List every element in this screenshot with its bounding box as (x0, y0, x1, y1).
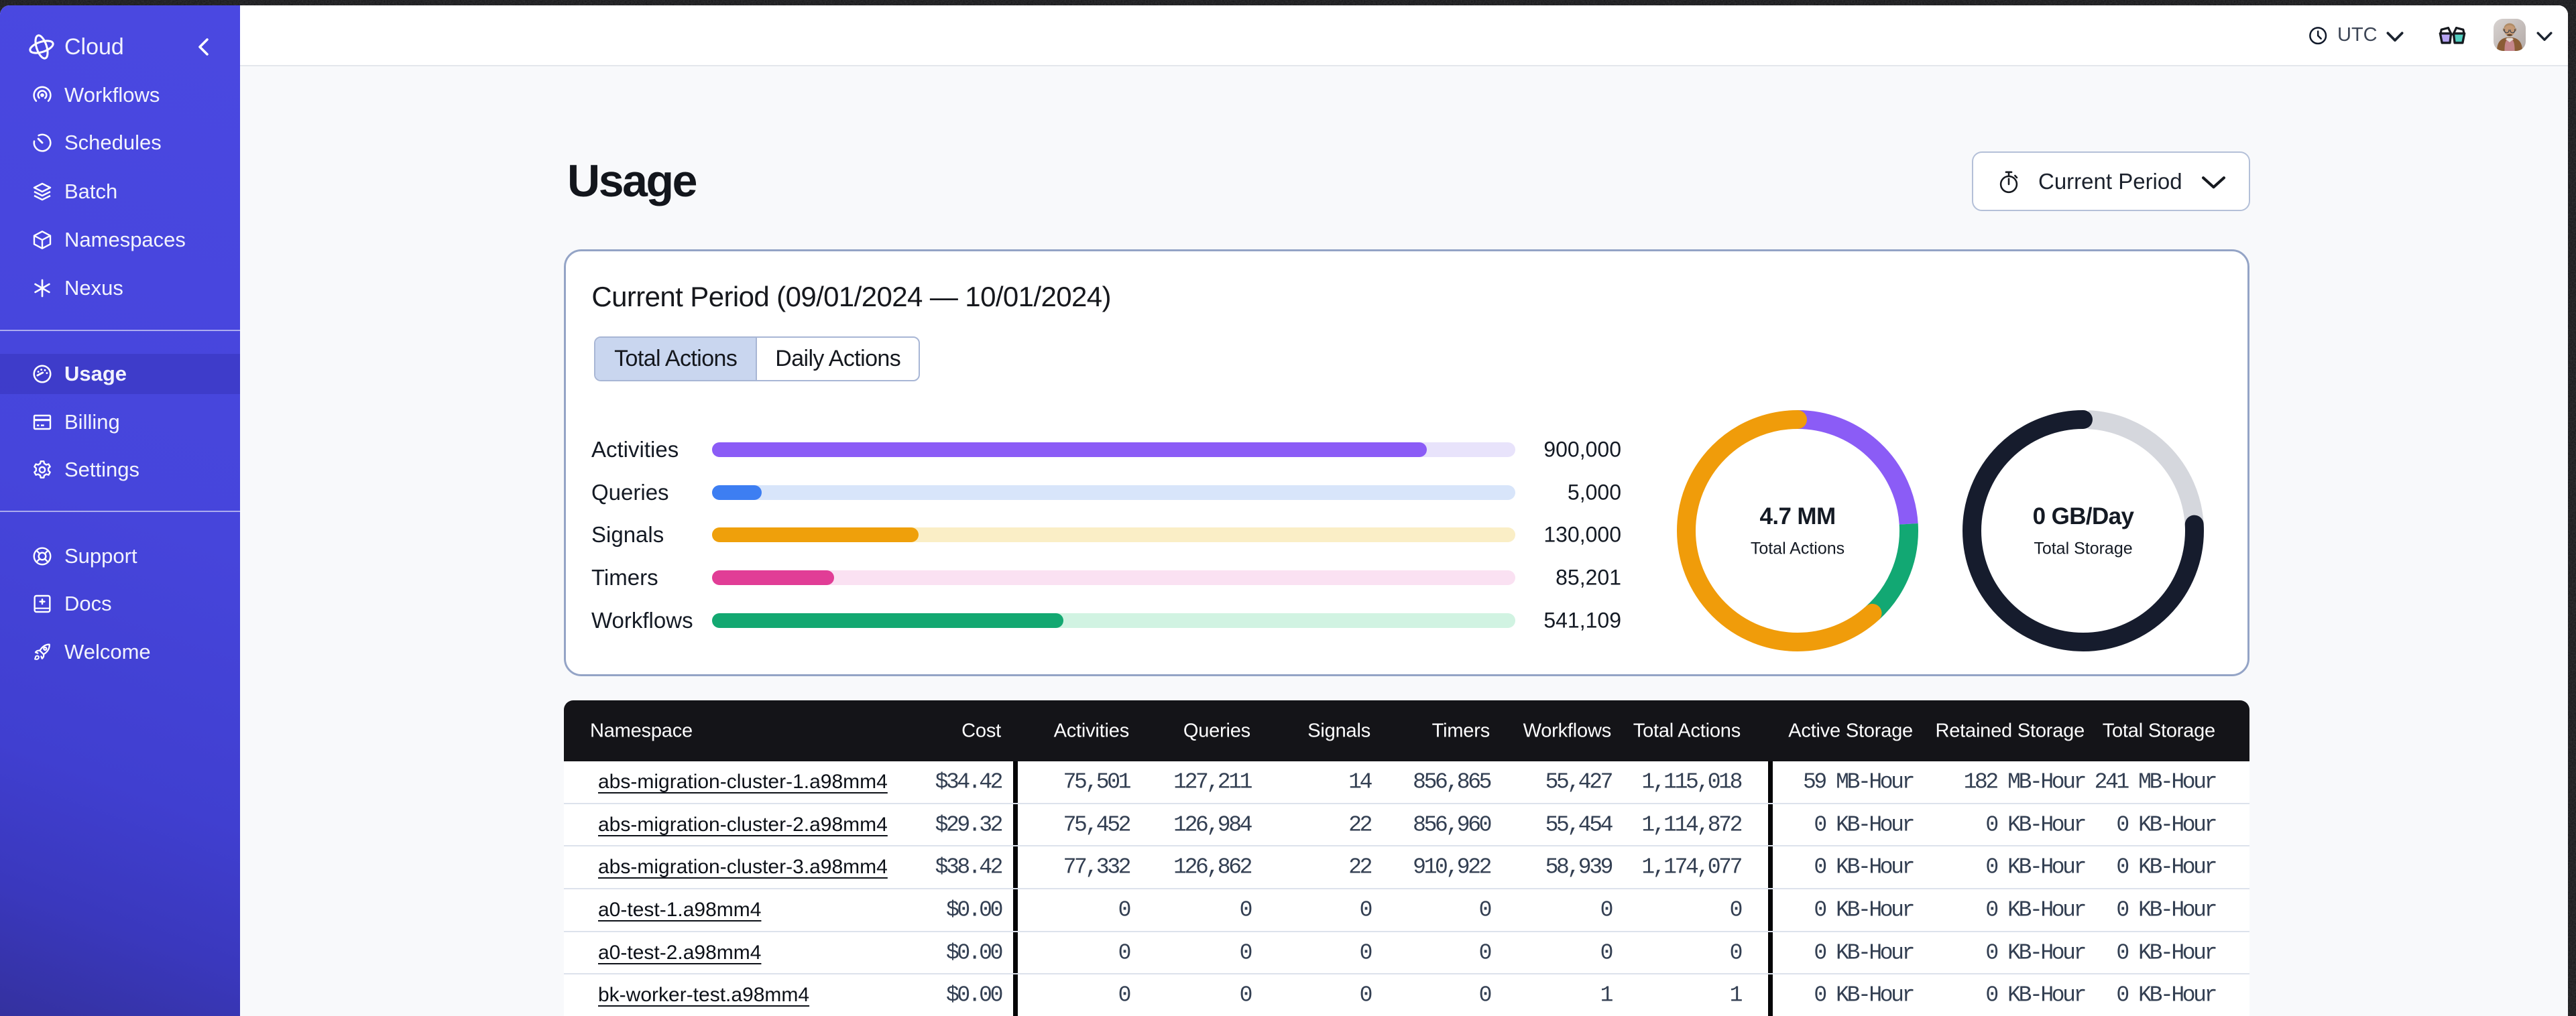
svg-text:Total Actions: Total Actions (1750, 539, 1844, 558)
svg-text:4.7 MM: 4.7 MM (1759, 503, 1835, 529)
svg-text:Total Storage: Total Storage (2034, 539, 2132, 558)
svg-text:0 GB/Day: 0 GB/Day (2033, 503, 2135, 529)
